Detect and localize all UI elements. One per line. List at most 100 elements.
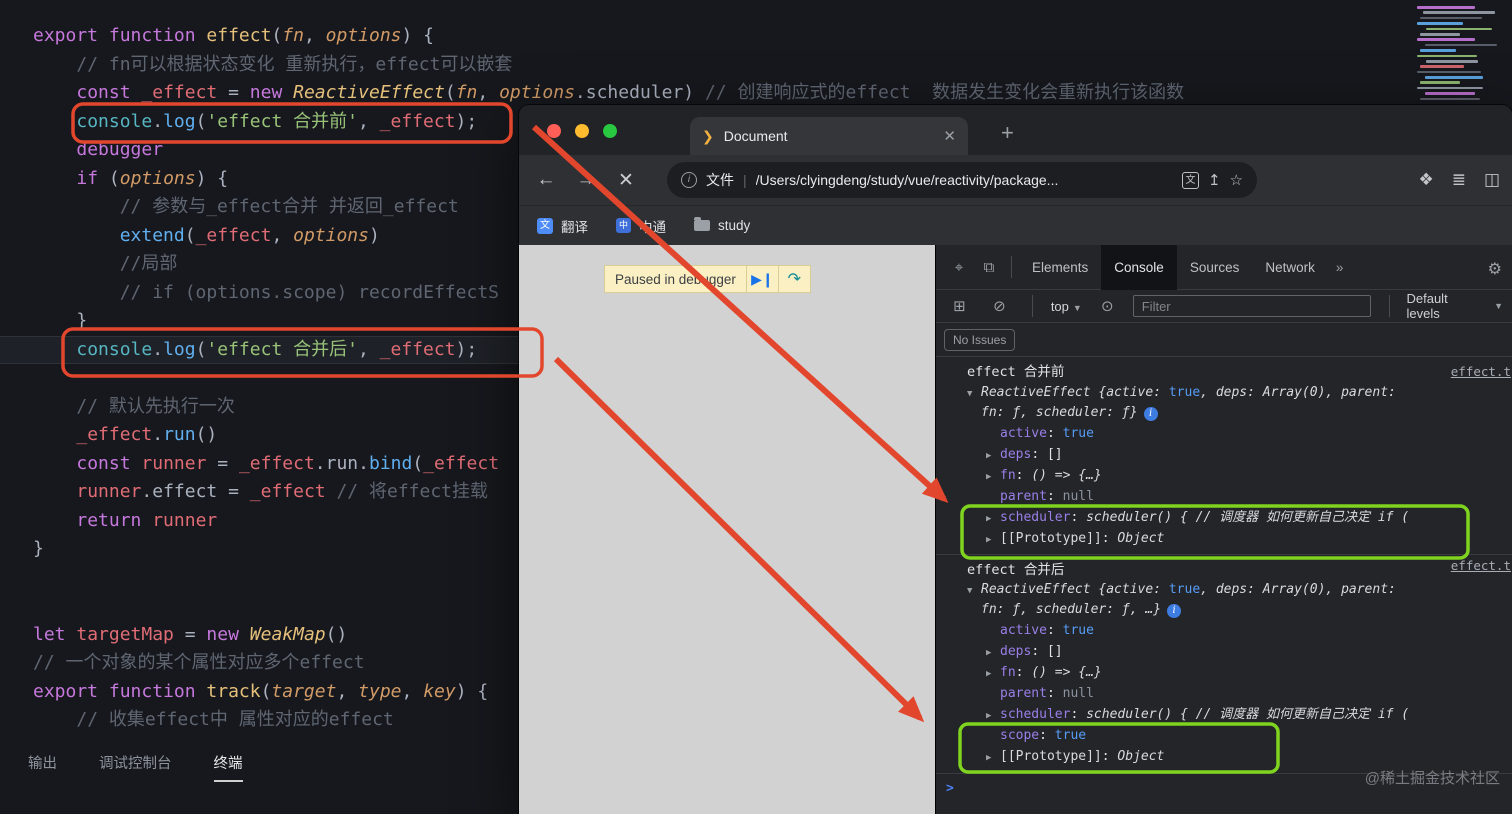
new-tab-button[interactable]: + [1001,120,1014,146]
console-row[interactable]: ▶ fn: () => {…} [936,662,1512,683]
code-token: , [271,224,294,246]
console-token: active [1106,385,1154,400]
console-sidebar-icon[interactable]: ⊞ [945,297,974,315]
clear-console-icon[interactable]: ⊘ [985,297,1014,315]
info-icon[interactable]: i [1143,407,1158,421]
collapsed-triangle-icon[interactable]: ▶ [986,446,1000,467]
code-token: 'effect 合并后' [206,338,358,360]
console-row[interactable]: active: true [936,423,1512,444]
share-icon[interactable]: ↥ [1208,171,1221,189]
console-row[interactable]: parent: null [936,486,1512,507]
no-issues-badge[interactable]: No Issues [944,328,1016,351]
code-token: options [119,167,196,189]
page-info-icon[interactable]: i [681,172,697,188]
address-bar[interactable]: i 文件 | /Users/clyingdeng/study/vue/react… [667,162,1257,198]
collapsed-triangle-icon[interactable]: ▶ [986,643,1000,664]
code-line[interactable]: export function effect(fn, options) { [0,22,1512,51]
collapsed-triangle-icon[interactable]: ▶ [986,530,1000,551]
console-row[interactable]: ▶ [[Prototype]]: Object [936,528,1512,549]
browser-tab[interactable]: ❯ Document ✕ [690,117,968,155]
console-row[interactable]: ▶ deps: [] [936,641,1512,662]
console-row[interactable]: parent: null [936,683,1512,704]
console-token: deps [1000,447,1032,462]
console-row[interactable]: ▼ ReactiveEffect {active: true, deps: Arr… [936,580,1512,600]
panel-tab-输出[interactable]: 输出 [28,752,57,782]
console-token: : [1046,426,1063,441]
expanded-triangle-icon[interactable]: ▼ [967,384,981,404]
code-token: // 一个对象的某个属性对应多个effect [33,652,365,673]
step-over-button[interactable]: ↷ [777,266,810,292]
bookmark-翻译[interactable]: 文翻译 [537,216,588,236]
console-token: } [1129,405,1138,420]
close-window-button[interactable] [547,124,561,138]
collapsed-triangle-icon[interactable]: ▶ [986,664,1000,685]
console-row[interactable]: ▶ scheduler: scheduler() { // 调度器 如何更新自己决… [936,507,1512,528]
console-token: scheduler [1000,707,1071,722]
code-token: new [206,623,250,645]
console-row[interactable]: ▼ ReactiveEffect {active: true, deps: Arr… [936,383,1512,403]
console-token: : [1106,405,1122,420]
console-token: : [1046,686,1063,701]
live-expression-eye-icon[interactable]: ⊙ [1093,297,1122,315]
back-icon[interactable]: ← [531,169,561,191]
translate-page-icon[interactable]: 文 [1181,171,1199,189]
collapsed-triangle-icon[interactable]: ▶ [986,748,1000,769]
devtools-tab-console[interactable]: Console [1101,244,1177,290]
resume-script-button[interactable]: ▶❙ [745,266,778,292]
url-text[interactable]: /Users/clyingdeng/study/vue/reactivity/p… [756,172,1173,188]
code-token: bind [368,452,413,474]
editor-minimap[interactable] [1417,6,1509,103]
devtools-tab-sources[interactable]: Sources [1177,245,1253,290]
bookmark-study[interactable]: study [694,217,750,233]
site-icon: 中 [616,218,631,233]
expanded-triangle-icon[interactable]: ▼ [967,581,981,601]
panel-tab-终端[interactable]: 终端 [213,752,243,782]
console-row[interactable]: scope: true [936,725,1512,746]
devtools-tab-network[interactable]: Network [1252,245,1328,290]
console-token: true [1062,623,1094,638]
collapsed-triangle-icon[interactable]: ▶ [986,706,1000,727]
paused-label: Paused in debugger [615,271,736,287]
more-tabs-icon[interactable]: » [1336,260,1344,275]
code-token: _effect [195,224,272,246]
console-row[interactable]: ▶ scheduler: scheduler() { // 调度器 如何更新自己决… [936,704,1512,725]
collapsed-triangle-icon[interactable]: ▶ [986,509,1000,530]
inspect-element-icon[interactable]: ⌖ [944,259,974,276]
devtools-settings-gear-icon[interactable]: ⚙ [1488,259,1502,279]
minimap-line [1423,11,1495,14]
code-token: () [325,623,348,645]
source-link[interactable]: effect.t [1451,555,1511,577]
device-toolbar-icon[interactable]: ⧉ [974,259,1004,276]
console-row[interactable]: ▶ deps: [] [936,444,1512,465]
code-token: _effect [379,338,456,360]
console-token: [] [1046,447,1063,462]
source-link[interactable]: effect.t [1451,361,1511,383]
info-icon[interactable]: i [1167,604,1182,618]
forward-icon[interactable]: → [571,169,601,191]
code-token: _effect [141,82,218,103]
js-context-selector[interactable]: top ▼ [1051,299,1082,314]
console-row: fn: ƒ, scheduler: ƒ} i [936,403,1512,423]
minimize-window-button[interactable] [575,124,589,138]
collapsed-triangle-icon[interactable]: ▶ [986,467,1000,488]
devtools-tab-elements[interactable]: Elements [1019,245,1101,290]
panel-tab-调试控制台[interactable]: 调试控制台 [99,752,172,782]
log-levels-dropdown[interactable]: Default levels ▼ [1382,291,1503,321]
console-row[interactable]: active: true [936,620,1512,641]
bookmark-中通[interactable]: 中中通 [616,216,666,236]
side-panel-icon[interactable]: ◫ [1484,170,1500,190]
code-token: log [163,110,196,132]
reading-list-icon[interactable]: ≣ [1452,170,1466,190]
maximize-window-button[interactable] [603,124,617,138]
tab-close-icon[interactable]: ✕ [943,127,956,145]
bookmark-star-icon[interactable]: ☆ [1230,171,1243,189]
code-token: , [357,110,380,132]
code-line[interactable]: const _effect = new ReactiveEffect(fn, o… [0,79,1512,108]
code-line[interactable]: // fn可以根据状态变化 重新执行，effect可以嵌套 [0,51,1512,80]
console-filter-input[interactable] [1132,295,1371,317]
stop-icon[interactable]: ✕ [611,169,641,192]
console-row[interactable]: ▶ fn: () => {…} [936,465,1512,486]
code-token: , [357,338,380,360]
console-row[interactable]: ▶ [[Prototype]]: Object [936,746,1512,767]
extensions-puzzle-icon[interactable]: ❖ [1418,170,1433,190]
